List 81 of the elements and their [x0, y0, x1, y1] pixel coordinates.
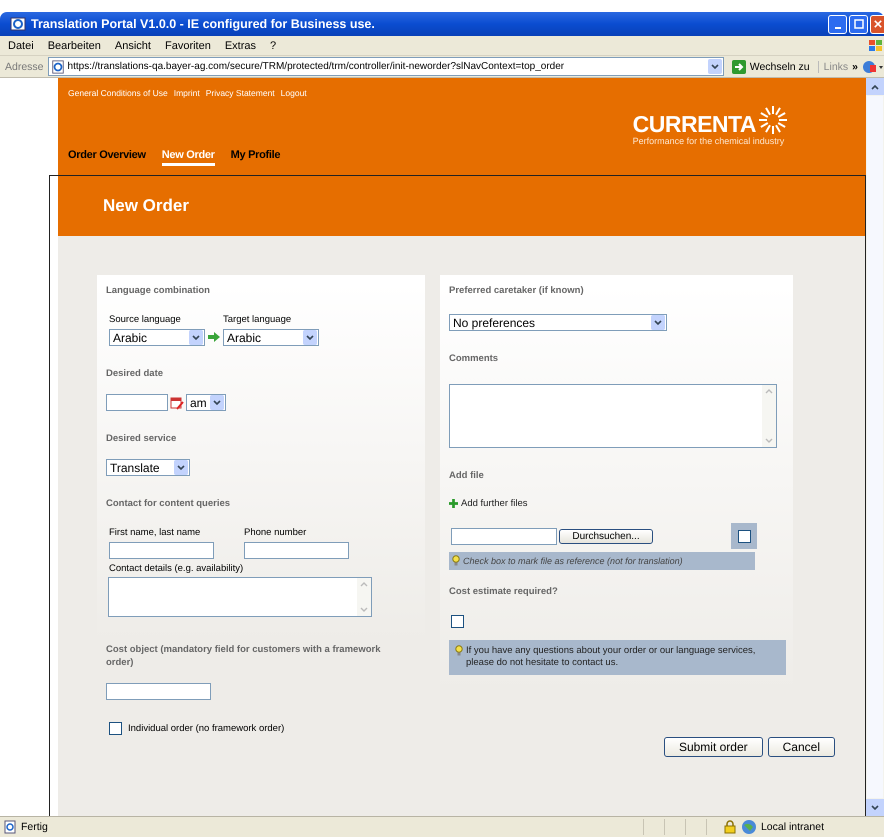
target-language-select[interactable]: Arabic [223, 329, 319, 346]
menu-item[interactable]: ? [270, 40, 276, 52]
toolbar-icon[interactable] [862, 60, 884, 74]
field-label: Phone number [244, 527, 308, 538]
am-pm-select[interactable]: am [186, 394, 226, 411]
caret-down-icon [213, 400, 221, 406]
section-heading: Desired service [106, 433, 176, 444]
field-label: First name, last name [109, 527, 202, 538]
go-button[interactable]: Wechseln zu [728, 60, 814, 74]
lightbulb-icon [455, 645, 463, 657]
status-text: Fertig [21, 821, 48, 833]
plus-icon[interactable] [449, 499, 458, 508]
close-button[interactable] [870, 14, 884, 34]
lightbulb-icon [452, 555, 460, 567]
submit-button[interactable]: Submit order [664, 737, 763, 757]
close-icon [874, 19, 882, 29]
page-title: New Order [103, 196, 189, 216]
windows-logo-icon [868, 38, 884, 54]
calendar-icon[interactable] [170, 396, 184, 410]
brand-tagline: Performance for the chemical industry [632, 136, 784, 146]
phone-input[interactable] [244, 542, 349, 559]
section-heading: Contact for content queries [106, 498, 230, 509]
maximize-icon [854, 19, 864, 29]
nav-tab[interactable]: My Profile [230, 149, 280, 166]
checkbox[interactable] [109, 722, 122, 735]
arrow-right-icon [732, 60, 746, 74]
cost-object-input[interactable] [106, 683, 211, 700]
browse-button[interactable]: Durchsuchen... [559, 528, 653, 544]
more-links-button[interactable]: » [852, 60, 858, 72]
window-title: Translation Portal V1.0.0 - IE configured for Business use. [31, 17, 376, 31]
section-heading: Cost object (mandatory field for customers with a framework order) [106, 643, 382, 669]
address-label: Adresse [5, 60, 44, 72]
sunburst-icon [758, 105, 788, 135]
field-label: Source language [109, 314, 182, 325]
section-heading: Add file [449, 470, 484, 481]
cancel-button[interactable]: Cancel [768, 737, 835, 757]
scroll-down-icon[interactable] [871, 804, 879, 810]
caretaker-select[interactable]: No preferences [449, 314, 667, 331]
section-heading: Language combination [106, 285, 210, 296]
section-heading: Desired date [106, 368, 164, 379]
scroll-up-icon[interactable] [871, 84, 879, 90]
file-path-input[interactable] [451, 528, 557, 544]
menu-item[interactable]: Ansicht [114, 40, 151, 52]
globe-icon [740, 819, 757, 835]
brand-logo: CURRENTA [632, 112, 756, 136]
lock-icon [722, 820, 737, 834]
address-field[interactable]: https://translations-qa.bayer-ag.com/secure/TRM/protected/trm/controller/init-neworder?slNavContext=top_order [48, 57, 724, 76]
checkbox[interactable] [451, 615, 464, 628]
vertical-scrollbar[interactable] [866, 78, 884, 816]
caret-down-icon [177, 464, 185, 470]
menu-item[interactable]: Extras [224, 40, 256, 52]
arrow-right-icon [208, 332, 220, 342]
checkbox[interactable] [738, 530, 750, 542]
minimize-button[interactable] [828, 14, 847, 34]
caret-down-icon [654, 320, 662, 326]
section-heading: Preferred caretaker (if known) [449, 285, 584, 296]
caret-down-icon [306, 334, 314, 340]
zone-text: Local intranet [760, 821, 824, 833]
menu-item[interactable]: Bearbeiten [48, 40, 101, 52]
menu-item[interactable]: Datei [8, 40, 34, 52]
field-label: Contact details (e.g. availability) [109, 563, 244, 574]
caret-down-icon [710, 64, 719, 70]
section-heading: Cost estimate required? [449, 586, 558, 597]
menu-item[interactable]: Favoriten [164, 40, 211, 52]
caret-down-icon [192, 334, 200, 340]
page-icon [50, 60, 65, 74]
browser-icon [10, 16, 26, 32]
minimize-icon [834, 27, 840, 29]
field-label: Target language [223, 314, 292, 325]
section-heading: Comments [449, 353, 498, 364]
info-text: If you have any questions about your order or our language services, please do not hesitate to contact us. [466, 645, 756, 669]
maximize-button[interactable] [849, 14, 868, 34]
source-language-select[interactable]: Arabic [109, 329, 205, 346]
add-files-link[interactable]: Add further files [461, 498, 528, 509]
service-select[interactable]: Translate [106, 459, 190, 476]
page-icon [3, 820, 17, 834]
checkbox-label: Individual order (no framework order) [128, 723, 284, 734]
nav-tab[interactable]: Order Overview [68, 149, 146, 166]
hint-text: Check box to mark file as reference (not for translation) [463, 556, 683, 566]
name-input[interactable] [109, 542, 214, 559]
date-input[interactable] [106, 394, 168, 411]
